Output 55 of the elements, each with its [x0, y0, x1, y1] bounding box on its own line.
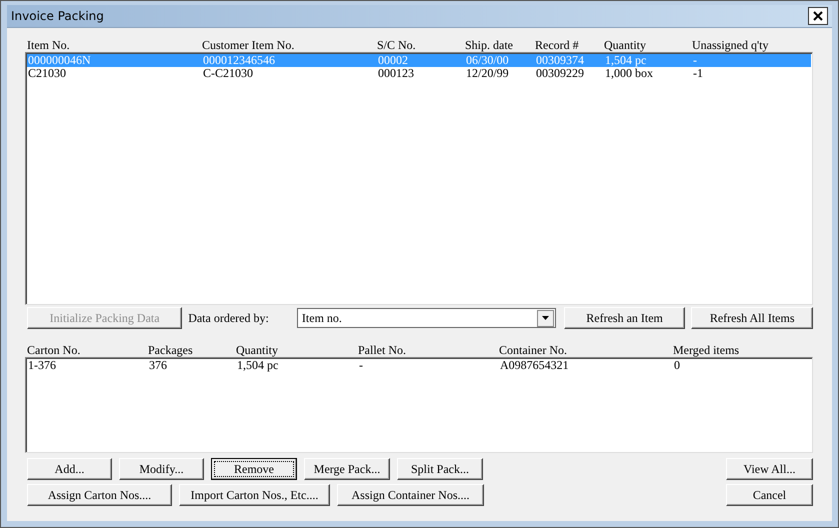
table-cell-text: 1,000 box	[605, 67, 654, 80]
table-cell-text: -	[359, 359, 364, 372]
column-header: Quantity	[604, 38, 647, 52]
order-select[interactable]: Item no.	[296, 308, 556, 328]
action-button[interactable]: Cancel	[726, 484, 813, 506]
refresh-button[interactable]: Refresh an Item	[564, 307, 686, 329]
refresh-button[interactable]: Refresh All Items	[691, 307, 813, 329]
close-button[interactable]	[808, 7, 828, 25]
column-header: Packages	[148, 343, 194, 357]
column-header: Item No.	[27, 38, 71, 52]
window-title: Invoice Packing	[11, 9, 104, 23]
table-cell-text: 000000046N	[28, 54, 92, 67]
table-cell-text: 1,504 pc	[605, 54, 648, 67]
close-icon	[813, 11, 823, 21]
dropdown-button[interactable]	[536, 310, 554, 326]
action-button[interactable]: Add...	[27, 458, 112, 480]
table-cell-text: 12/20/99	[466, 67, 510, 80]
action-button[interactable]: Modify...	[119, 458, 204, 480]
table-cell-text: 06/30/00	[466, 54, 510, 67]
select-value: Item no.	[302, 310, 342, 326]
table-cell-text: 000123	[378, 67, 415, 80]
table-cell-text: 000012346546	[203, 54, 276, 67]
action-button[interactable]: Assign Container Nos....	[337, 484, 484, 506]
column-header: Record #	[535, 38, 580, 52]
table-cell-text: 00309374	[536, 54, 585, 67]
column-header: Container No.	[499, 343, 568, 357]
table-cell-text: C21030	[28, 67, 68, 80]
column-header: Merged items	[673, 343, 740, 357]
action-button[interactable]: Assign Carton Nos....	[27, 484, 172, 506]
action-button[interactable]: Split Pack...	[397, 458, 483, 480]
table-cell-text: 0	[674, 359, 681, 372]
action-button[interactable]: Remove	[211, 458, 297, 480]
table-cell-text: 1-376	[28, 359, 57, 372]
column-header: Carton No.	[27, 343, 82, 357]
order-label: Data ordered by:	[188, 310, 270, 326]
column-header: Unassigned q'ty	[692, 38, 770, 52]
table-cell-text: C-C21030	[203, 67, 254, 80]
list-row[interactable]: 1-376 376 1,504 pc - A0987654321 0	[27, 359, 811, 372]
action-button[interactable]: Merge Pack...	[304, 458, 390, 480]
column-header: Quantity	[236, 343, 279, 357]
column-header: Pallet No.	[358, 343, 407, 357]
table-cell-text: -	[693, 54, 698, 67]
table-cell-text: A0987654321	[500, 359, 570, 372]
table-cell-text: 1,504 pc	[237, 359, 280, 372]
caret-icon	[542, 316, 549, 320]
column-header: Ship. date	[465, 38, 514, 52]
table-cell-text: 00309229	[536, 67, 585, 80]
list-row[interactable]: C21030 C-C21030 000123 12/20/99 00309229 1,000 box -1	[27, 67, 811, 80]
table-cell-text: -1	[693, 67, 704, 80]
action-button[interactable]: View All...	[726, 458, 813, 480]
column-header: S/C No.	[377, 38, 417, 52]
action-button[interactable]: Import Carton Nos., Etc....	[179, 484, 330, 506]
table-cell-text: 376	[149, 359, 168, 372]
column-header: Customer Item No.	[202, 38, 296, 52]
table-cell-text: 00002	[378, 54, 409, 67]
